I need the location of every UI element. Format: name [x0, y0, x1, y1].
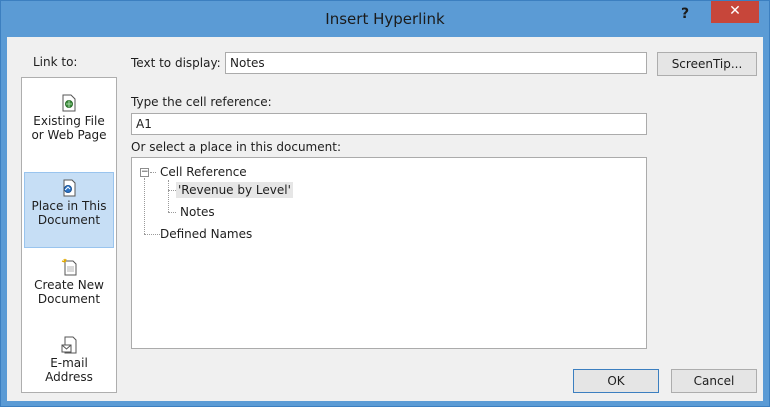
title-bar[interactable]: Insert Hyperlink ? ✕ — [1, 1, 769, 37]
tree-connector — [144, 178, 145, 234]
dialog-title: Insert Hyperlink — [325, 10, 445, 28]
insert-hyperlink-dialog: Insert Hyperlink ? ✕ Link to: Existing F… — [0, 0, 770, 407]
email-address-icon — [61, 336, 77, 354]
existing-file-icon — [62, 94, 76, 112]
link-to-email-address[interactable]: E-mail Address — [24, 330, 114, 406]
create-new-document-icon — [61, 258, 77, 276]
cancel-button[interactable]: Cancel — [671, 369, 757, 393]
create-new-document-label: Create New Document — [34, 278, 104, 306]
link-to-create-new-document[interactable]: Create New Document — [24, 252, 114, 328]
link-to-place-in-document[interactable]: Place in This Document — [24, 172, 114, 248]
email-address-label: E-mail Address — [45, 356, 93, 384]
place-in-document-tree-label: Or select a place in this document: — [131, 140, 341, 154]
close-button[interactable]: ✕ — [711, 1, 759, 23]
place-in-document-tree[interactable]: − Cell Reference 'Revenue by Level' Note… — [131, 157, 647, 349]
tree-node-notes[interactable]: Notes — [180, 204, 215, 220]
screentip-button[interactable]: ScreenTip... — [657, 52, 757, 76]
place-in-document-icon — [63, 179, 76, 197]
tree-node-defined-names[interactable]: Defined Names — [160, 226, 252, 242]
tree-node-cell-reference[interactable]: Cell Reference — [160, 164, 247, 180]
link-to-existing-file[interactable]: Existing File or Web Page — [24, 88, 114, 164]
tree-node-revenue-by-level[interactable]: 'Revenue by Level' — [176, 182, 293, 198]
ok-button[interactable]: OK — [573, 369, 659, 393]
tree-connector — [168, 180, 169, 212]
text-to-display-label: Text to display: — [131, 56, 221, 70]
tree-connector — [168, 190, 176, 191]
text-to-display-input[interactable]: Notes — [225, 52, 647, 74]
place-in-document-label: Place in This Document — [31, 199, 107, 227]
existing-file-label: Existing File or Web Page — [31, 114, 107, 142]
dialog-client-area: Link to: Existing File or Web Page Place… — [7, 37, 763, 401]
collapse-icon[interactable]: − — [140, 168, 149, 177]
link-to-panel: Existing File or Web Page Place in This … — [21, 77, 117, 393]
cell-reference-input[interactable]: A1 — [131, 113, 647, 135]
link-to-label: Link to: — [33, 55, 78, 69]
cell-reference-label: Type the cell reference: — [131, 95, 272, 109]
tree-connector — [144, 234, 160, 235]
tree-connector — [150, 172, 156, 173]
tree-connector — [168, 212, 176, 213]
help-button[interactable]: ? — [671, 3, 699, 27]
